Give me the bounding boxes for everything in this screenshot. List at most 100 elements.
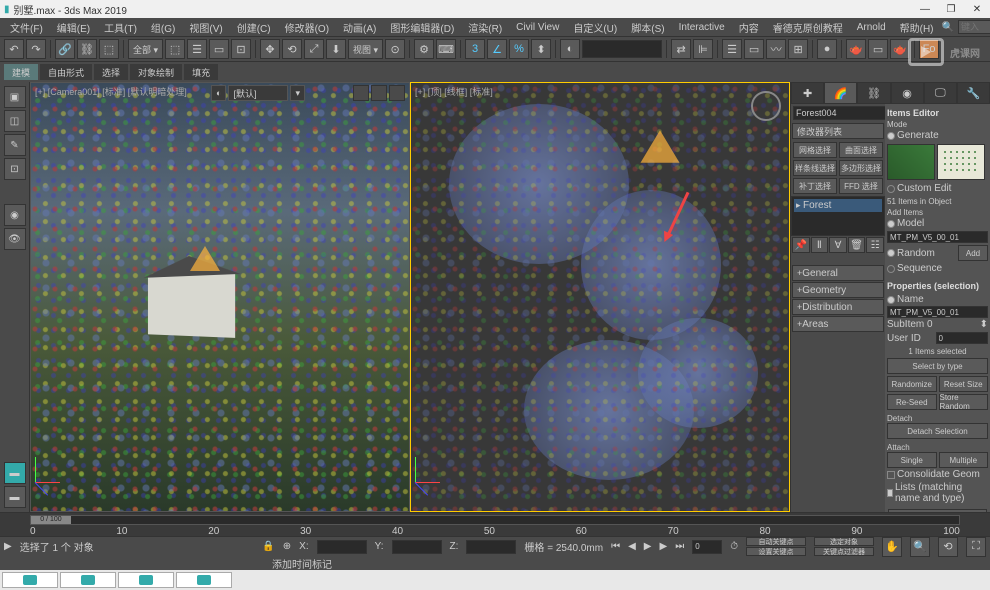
render-setup-button[interactable]: 🫖 (846, 39, 866, 59)
ltf1-button[interactable]: ▬ (4, 462, 26, 484)
splinesel-button[interactable]: 样条线选择 (793, 160, 837, 176)
menu-edit[interactable]: 编辑(E) (51, 20, 96, 35)
maximize-button[interactable]: ❐ (942, 2, 960, 16)
viewport-camera[interactable]: [+] [Camera001] [标准] [默认明暗处理] ◐ [默认] ▾ (30, 82, 410, 512)
menu-arnold[interactable]: Arnold (851, 22, 892, 33)
menu-file[interactable]: 文件(F) (4, 20, 49, 35)
tab-modeling[interactable]: 建模 (4, 64, 38, 80)
layers-button[interactable]: ☰ (722, 39, 742, 59)
unlink-button[interactable]: ⛓ (77, 39, 97, 59)
mode-custom-radio[interactable] (887, 185, 895, 193)
play-end-button[interactable]: ⏭ (675, 541, 684, 552)
tab-selection[interactable]: 选择 (94, 64, 128, 80)
reseed-button[interactable]: Re-Seed (887, 394, 937, 410)
vp1-layer1-button[interactable] (353, 85, 369, 101)
toggle-ribbon-button[interactable]: ▭ (744, 39, 764, 59)
coord-icon[interactable]: ⊕ (283, 541, 291, 552)
menu-help[interactable]: 帮助(H) (894, 20, 940, 35)
vp1-layer3-button[interactable] (389, 85, 405, 101)
pivot-button[interactable]: ⊙ (385, 39, 405, 59)
ltf2-button[interactable]: ▬ (4, 486, 26, 508)
paint-sel-button[interactable]: ✎ (4, 134, 26, 156)
menu-tools[interactable]: 工具(T) (98, 20, 143, 35)
selregion-button[interactable]: ▭ (209, 39, 229, 59)
percentsnap-button[interactable]: % (509, 39, 529, 59)
close-button[interactable]: ✕ (968, 2, 986, 16)
model-name-input[interactable] (887, 231, 988, 243)
sequence-radio[interactable] (887, 265, 895, 273)
bind-button[interactable]: ⬚ (99, 39, 119, 59)
tab-freeform[interactable]: 自由形式 (40, 64, 92, 80)
sel-object-button[interactable]: ▣ (4, 86, 26, 108)
vp1-shading-dd[interactable]: [默认] (228, 85, 288, 101)
isolate-button[interactable]: ◉ (4, 204, 26, 226)
attach-multiple-button[interactable]: Multiple (939, 452, 989, 468)
menu-civilview[interactable]: Civil View (510, 22, 565, 33)
play-start-button[interactable]: ⏮ (611, 541, 620, 552)
window-crossing-button[interactable]: ⊡ (231, 39, 251, 59)
snap-button[interactable]: 3 (465, 39, 485, 59)
tab-objectpaint[interactable]: 对象绘制 (130, 64, 182, 80)
tab-populate[interactable]: 填充 (184, 64, 218, 80)
time-handle[interactable]: 0 / 100 (31, 516, 71, 524)
preview-custom[interactable] (937, 144, 985, 180)
pin-stack-button[interactable]: 📌 (792, 237, 810, 253)
forest-button[interactable]: Fo (919, 39, 939, 59)
vp1-dd2[interactable]: ▾ (290, 85, 305, 101)
refcoord-dropdown[interactable]: 视图 ▾ (348, 39, 383, 59)
menu-interactive[interactable]: Interactive (673, 22, 731, 33)
selfilter-dropdown[interactable]: 全部 ▾ (128, 39, 163, 59)
spinnersnap-button[interactable]: ⬍ (531, 39, 551, 59)
keymode-button[interactable]: ⌨ (436, 39, 456, 59)
manipulate-button[interactable]: ⚙ (414, 39, 434, 59)
menu-modifiers[interactable]: 修改器(O) (279, 20, 335, 35)
selfilter-button[interactable]: 选定对象 (814, 537, 874, 546)
render-button[interactable]: 🫖 (890, 39, 910, 59)
menu-create[interactable]: 创建(C) (231, 20, 277, 35)
sec-camera[interactable]: + Camera (888, 509, 987, 512)
display-tab[interactable]: 🖵 (924, 82, 957, 104)
consolidate-cb[interactable] (887, 471, 895, 479)
keyfilter-button[interactable]: 关键点过滤器 (814, 547, 874, 556)
curve-editor-button[interactable]: 〰 (766, 39, 786, 59)
rollout-areas[interactable]: + Areas (792, 316, 884, 332)
link-button[interactable]: 🔗 (55, 39, 75, 59)
task3[interactable] (118, 572, 174, 588)
lists-cb[interactable] (887, 489, 893, 497)
viewcube[interactable] (751, 91, 781, 121)
rotate-button[interactable]: ⟲ (282, 39, 302, 59)
y-input[interactable] (392, 540, 442, 554)
menu-animation[interactable]: 动画(A) (337, 20, 382, 35)
selectname-button[interactable]: ☰ (187, 39, 207, 59)
frame-input[interactable] (692, 540, 722, 554)
task1[interactable] (2, 572, 58, 588)
rollout-general[interactable]: + General (792, 265, 884, 281)
modifier-list-dropdown[interactable]: 修改器列表 (792, 123, 884, 139)
task4[interactable] (176, 572, 232, 588)
sel-region2-button[interactable]: ◫ (4, 110, 26, 132)
menu-content[interactable]: 内容 (733, 20, 765, 35)
play-prev-button[interactable]: ◀ (628, 541, 636, 552)
stack-forest[interactable]: ▸ Forest (794, 199, 882, 212)
surfsel-button[interactable]: 曲面选择 (839, 142, 883, 158)
undo-button[interactable]: ↶ (4, 39, 24, 59)
create-tab[interactable]: ✚ (791, 82, 824, 104)
mode-generate-radio[interactable] (887, 132, 895, 140)
randomize-button[interactable]: Randomize (887, 376, 937, 392)
play-next-button[interactable]: ▶ (659, 541, 667, 552)
menu-tutorial[interactable]: 睿德克原创教程 (767, 20, 849, 35)
editnamedsel-button[interactable]: ◐ (560, 39, 580, 59)
align-button[interactable]: ⊫ (693, 39, 713, 59)
menu-views[interactable]: 视图(V) (183, 20, 228, 35)
vp2-label[interactable]: [+] [顶] [线框] [标准] (415, 85, 493, 98)
rollout-geometry[interactable]: + Geometry (792, 282, 884, 298)
object-name-input[interactable] (793, 106, 885, 120)
z-input[interactable] (466, 540, 516, 554)
addtime-label[interactable]: 添加时间标记 (272, 556, 332, 571)
ffdsel-button[interactable]: FFD 选择 (839, 178, 883, 194)
detach-sel-button[interactable]: Detach Selection (887, 423, 988, 439)
vp1-label[interactable]: [+] [Camera001] [标准] [默认明暗处理] (35, 85, 187, 98)
play-button[interactable]: ▶ (644, 541, 652, 552)
nav-zoom-button[interactable]: 🔍 (910, 537, 930, 557)
nav-pan-button[interactable]: ✋ (882, 537, 902, 557)
